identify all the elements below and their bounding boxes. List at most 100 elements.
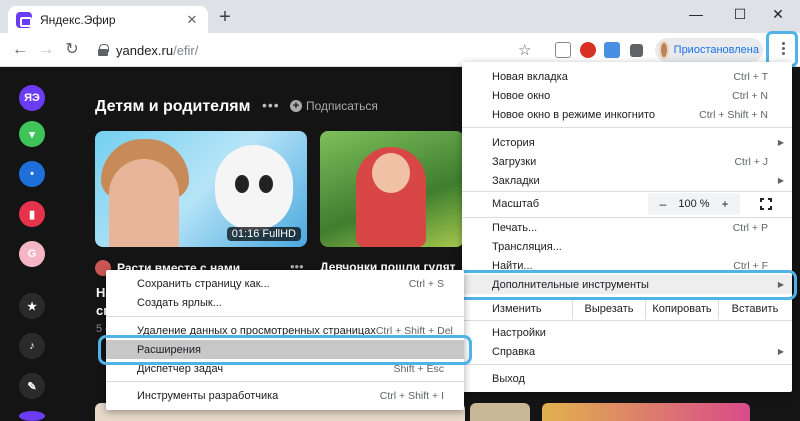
extensions-highlight [98, 335, 472, 365]
url-path: /efir/ [173, 42, 199, 58]
zoom-control: – 100 % + [648, 193, 740, 215]
sidebar-red-channel-icon[interactable]: ▮ [19, 201, 45, 227]
download-extension-icon[interactable] [604, 42, 620, 58]
menu-item-shortcut: Ctrl + Shift + N [699, 108, 768, 121]
submenu-item-label: Сохранить страницу как... [137, 277, 270, 290]
menu-item-exit[interactable]: Выход [462, 369, 792, 388]
sidebar-mic-icon[interactable]: ✎ [19, 373, 45, 399]
zoom-value: 100 % [678, 198, 710, 210]
menu-item-shortcut: Ctrl + J [734, 155, 768, 168]
sidebar-avatar-g-icon[interactable]: G [19, 241, 45, 267]
chrome-main-menu: Новая вкладка Ctrl + T Новое окно Ctrl + N… [462, 62, 792, 392]
lock-icon [98, 44, 109, 56]
menu-item-incognito[interactable]: Новое окно в режиме инкогнито Ctrl + Shif… [462, 105, 792, 124]
menu-item-label: Закладки [492, 174, 540, 187]
copy-button[interactable]: Копировать [645, 299, 718, 319]
video-thumbnail-2[interactable] [320, 131, 464, 247]
submenu-item-devtools[interactable]: Инструменты разработчика Ctrl + Shift + I [106, 386, 464, 405]
menu-separator [462, 320, 792, 321]
fullscreen-icon[interactable] [760, 198, 772, 210]
menu-item-cast[interactable]: Трансляция... [462, 237, 792, 256]
menu-item-label: История [492, 136, 535, 149]
tab-title: Яндекс.Эфир [40, 12, 116, 27]
menu-item-shortcut: Ctrl + N [732, 89, 768, 102]
menu-item-shortcut: Ctrl + T [733, 70, 768, 83]
menu-item-print[interactable]: Печать... Ctrl + P [462, 218, 792, 237]
zoom-label: Масштаб [492, 198, 540, 210]
back-arrow-icon[interactable]: ← [10, 40, 30, 60]
sidebar-efir-icon[interactable]: ЯЭ [19, 85, 45, 111]
submenu-item-save-page[interactable]: Сохранить страницу как... Ctrl + S [106, 274, 464, 293]
submenu-item-label: Создать ярлык... [137, 296, 222, 309]
menu-item-settings[interactable]: Настройки [462, 323, 792, 342]
zoom-in-button[interactable]: + [718, 197, 732, 211]
menu-item-label: Трансляция... [492, 240, 562, 253]
subscribe-button[interactable]: + Подписаться [290, 99, 378, 113]
menu-item-downloads[interactable]: Загрузки Ctrl + J [462, 152, 792, 171]
address-bar[interactable]: yandex.ru/efir/ [92, 38, 542, 62]
edit-label: Изменить [492, 303, 542, 315]
menu-item-shortcut: Ctrl + P [732, 221, 768, 234]
menu-separator [106, 316, 464, 317]
plus-icon: + [290, 100, 302, 112]
tab-strip: Яндекс.Эфир ✕ + — ☐ ✕ [0, 0, 800, 33]
submenu-arrow-icon: ▶ [777, 347, 784, 356]
menu-item-history[interactable]: История ▶ [462, 133, 792, 152]
sidebar-play-icon[interactable]: ▾ [19, 121, 45, 147]
submenu-arrow-icon: ▶ [777, 176, 784, 185]
menu-item-label: Новое окно в режиме инкогнито [492, 108, 656, 121]
menu-separator [106, 381, 464, 382]
close-window-button[interactable]: ✕ [756, 0, 800, 28]
more-tools-highlight [456, 270, 797, 300]
menu-item-label: Загрузки [492, 155, 537, 168]
menu-separator [462, 127, 792, 128]
menu-item-label: Выход [492, 372, 525, 385]
menu-item-bookmarks[interactable]: Закладки ▶ [462, 171, 792, 190]
submenu-item-label: Инструменты разработчика [137, 389, 279, 402]
profile-status-label: Приостановлена [673, 44, 759, 56]
submenu-item-shortcut: Ctrl + Shift + I [379, 389, 444, 402]
video-duration-badge: 01:16 FullHD [226, 227, 301, 241]
cut-button[interactable]: Вырезать [572, 299, 645, 319]
sidebar-star-icon[interactable]: ★ [19, 293, 45, 319]
video-thumbnail-1[interactable]: 01:16 FullHD [95, 131, 307, 247]
video-thumbnail-5[interactable] [542, 403, 750, 421]
reload-icon[interactable]: ↻ [62, 40, 82, 60]
subscribe-label: Подписаться [306, 99, 378, 113]
zoom-out-button[interactable]: – [656, 197, 670, 211]
minimize-button[interactable]: — [674, 0, 718, 28]
sidebar-dots-icon[interactable]: • [19, 161, 45, 187]
thumbnail-girl-face [372, 153, 410, 193]
menu-item-label: Справка [492, 345, 536, 358]
menu-item-label: Печать... [492, 221, 538, 234]
url-host: yandex.ru [116, 42, 174, 58]
mascot-eye-right [259, 175, 273, 193]
submenu-item-create-shortcut[interactable]: Создать ярлык... [106, 293, 464, 312]
gmail-extension-icon[interactable] [555, 42, 571, 58]
menu-edit-row: Изменить Вырезать Копировать Вставить [462, 299, 792, 319]
extensions-puzzle-icon[interactable] [630, 44, 643, 57]
new-tab-button[interactable]: + [216, 7, 234, 27]
section-more-icon[interactable]: ••• [262, 97, 280, 113]
menu-item-label: Настройки [492, 326, 546, 339]
tab-yandex-efir[interactable]: Яндекс.Эфир ✕ [8, 6, 208, 33]
menu-item-label: Новая вкладка [492, 70, 568, 83]
menu-item-label: Новое окно [492, 89, 551, 102]
video-thumbnail-4[interactable] [470, 403, 530, 421]
menu-item-new-tab[interactable]: Новая вкладка Ctrl + T [462, 67, 792, 86]
sidebar-music-icon[interactable]: ♪ [19, 333, 45, 359]
profile-button[interactable]: Приостановлена [655, 38, 763, 62]
star-icon[interactable]: ☆ [518, 41, 531, 59]
tab-close-icon[interactable]: ✕ [184, 12, 200, 28]
section-title: Детям и родителям [95, 98, 251, 115]
menu-separator [462, 364, 792, 365]
yandex-efir-favicon-icon [16, 11, 32, 28]
adblock-extension-icon[interactable] [580, 42, 596, 58]
sidebar-extra-icon[interactable] [19, 411, 45, 421]
forward-arrow-icon[interactable]: → [36, 40, 56, 60]
paste-button[interactable]: Вставить [718, 299, 791, 319]
menu-item-new-window[interactable]: Новое окно Ctrl + N [462, 86, 792, 105]
submenu-arrow-icon: ▶ [777, 138, 784, 147]
menu-item-help[interactable]: Справка ▶ [462, 342, 792, 361]
menu-zoom-row: Масштаб – 100 % + [462, 193, 792, 215]
